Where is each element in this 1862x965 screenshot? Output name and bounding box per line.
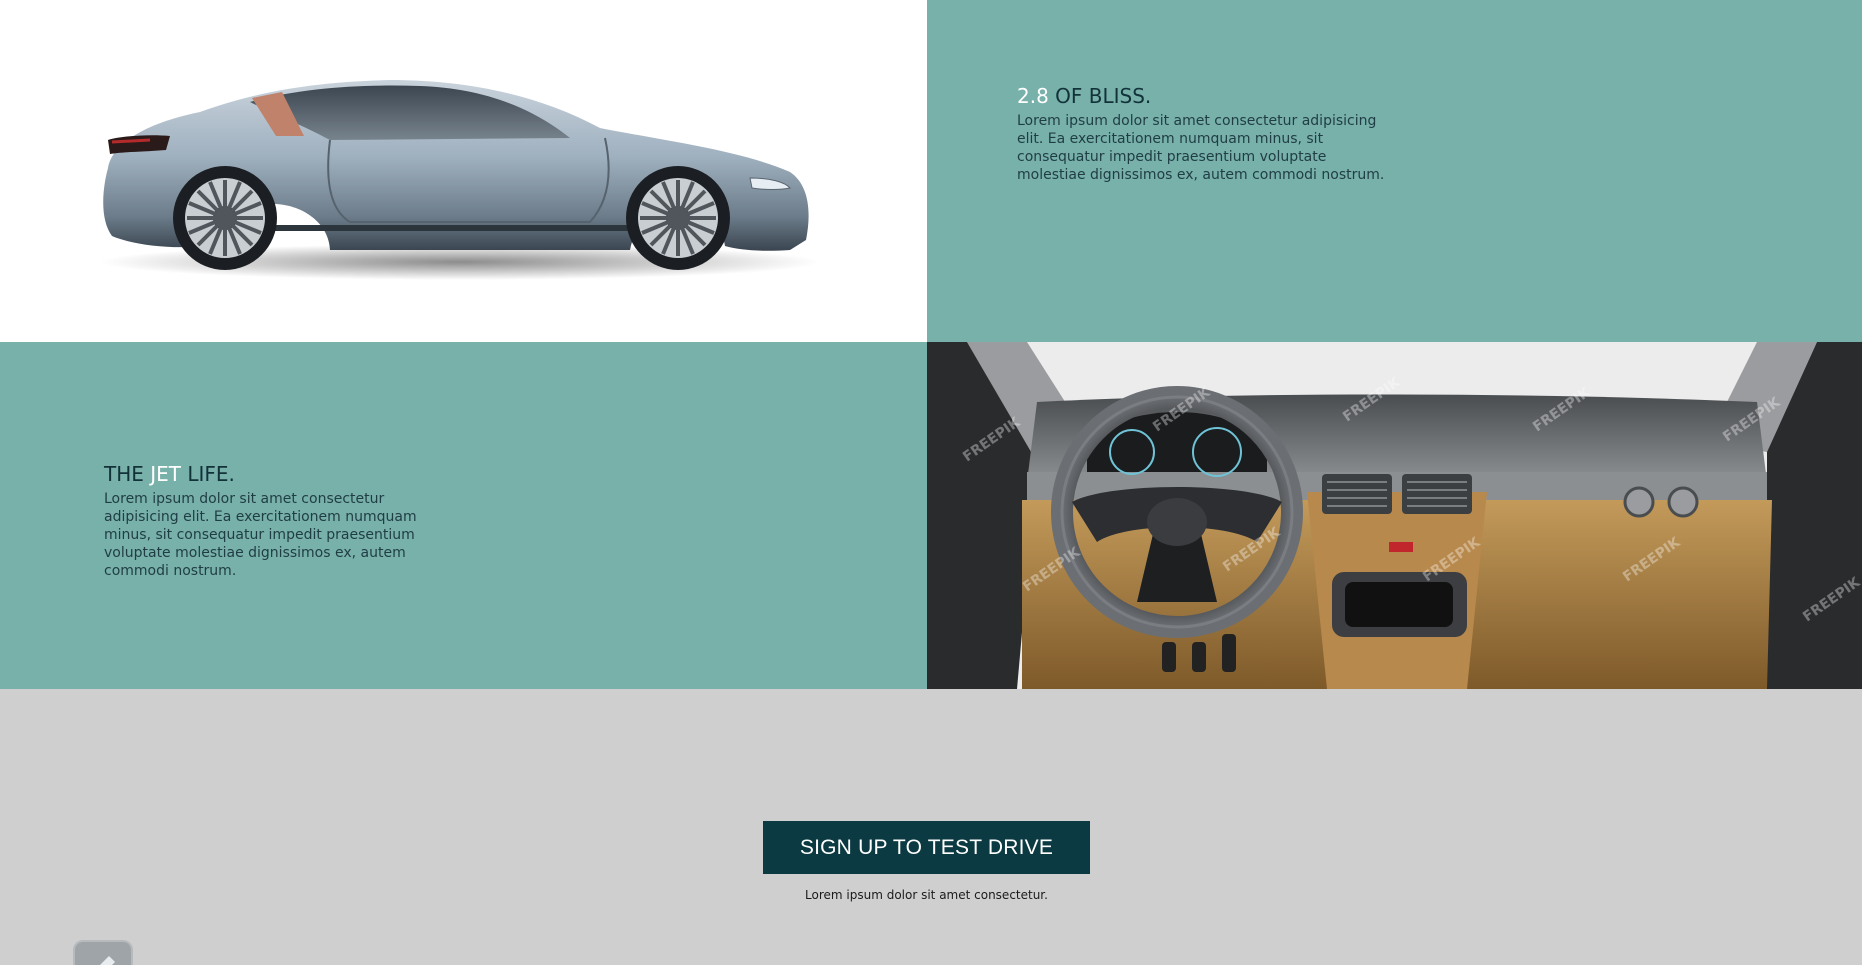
rear-wheel bbox=[173, 166, 277, 270]
jet-text-block: THE JET LIFE. Lorem ipsum dolor sit amet… bbox=[104, 462, 434, 580]
car-image bbox=[0, 0, 927, 342]
jet-body: Lorem ipsum dolor sit amet consectetur a… bbox=[104, 491, 417, 579]
bliss-section: 2.8 OF BLISS. Lorem ipsum dolor sit amet… bbox=[927, 0, 1862, 342]
jet-heading: THE JET LIFE. bbox=[104, 462, 434, 486]
jet-section: THE JET LIFE. Lorem ipsum dolor sit amet… bbox=[0, 342, 927, 689]
page: 2.8 OF BLISS. Lorem ipsum dolor sit amet… bbox=[0, 0, 1862, 965]
bliss-text-block: 2.8 OF BLISS. Lorem ipsum dolor sit amet… bbox=[1017, 84, 1387, 184]
bliss-heading-rest: OF BLISS. bbox=[1048, 84, 1152, 108]
jet-heading-before: THE bbox=[104, 462, 151, 486]
bliss-heading: 2.8 OF BLISS. bbox=[1017, 84, 1387, 108]
sports-car-illustration bbox=[100, 80, 820, 280]
car-interior-illustration: FREEPIK FREEPIK FREEPIK FREEPIK FREEPIK … bbox=[927, 342, 1862, 689]
jet-heading-highlight: JET bbox=[150, 462, 182, 486]
bliss-heading-highlight: 2.8 bbox=[1017, 84, 1049, 108]
bliss-body: Lorem ipsum dolor sit amet consectetur a… bbox=[1017, 113, 1385, 183]
jet-heading-after: LIFE. bbox=[181, 462, 235, 486]
front-wheel bbox=[626, 166, 730, 270]
cta-subtext: Lorem ipsum dolor sit amet consectetur. bbox=[805, 888, 1048, 902]
test-drive-button[interactable]: SIGN UP TO TEST DRIVE bbox=[763, 821, 1090, 874]
floating-action-icon[interactable] bbox=[73, 940, 133, 965]
pencil-icon bbox=[100, 956, 115, 965]
feature-grid: 2.8 OF BLISS. Lorem ipsum dolor sit amet… bbox=[0, 0, 1862, 689]
cta-section: SIGN UP TO TEST DRIVE Lorem ipsum dolor … bbox=[0, 689, 1862, 965]
interior-image: FREEPIK FREEPIK FREEPIK FREEPIK FREEPIK … bbox=[927, 342, 1862, 689]
